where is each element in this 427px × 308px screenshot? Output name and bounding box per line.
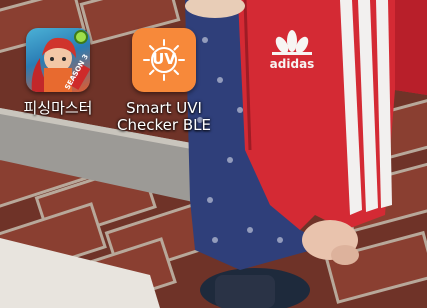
app-label-line-2: Checker BLE (117, 116, 211, 134)
wallpaper-brand-text: adidas (270, 57, 315, 71)
fishing-game-icon: SEASON 3 (26, 28, 90, 92)
uv-icon-text: UV (152, 50, 176, 68)
sun-uv-icon: UV (132, 28, 196, 92)
app-icon-smart-uvi-checker[interactable]: UV Smart UVI Checker BLE (116, 28, 212, 134)
app-label-smart-uvi-checker: Smart UVI Checker BLE (116, 100, 212, 134)
app-label-line-1: Smart UVI (126, 99, 202, 117)
app-icon-fishing-master[interactable]: SEASON 3 피싱마스터 (10, 28, 106, 117)
app-label-fishing-master: 피싱마스터 (23, 99, 93, 117)
